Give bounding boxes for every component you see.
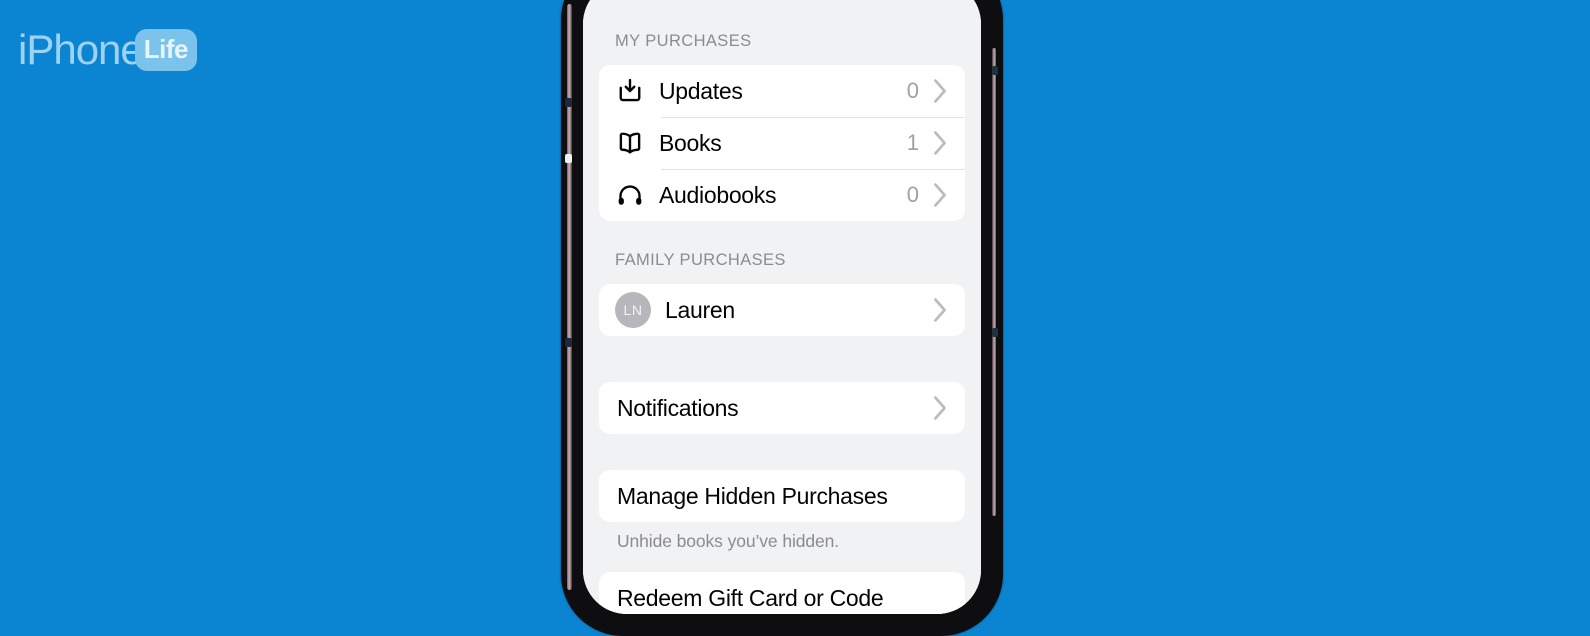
list-item-count: 0 <box>906 78 919 103</box>
manage-hidden-purchases-card: Manage Hidden Purchases <box>599 470 965 522</box>
list-item-lauren[interactable]: LN Lauren <box>599 284 965 336</box>
list-item-count: 1 <box>906 130 919 155</box>
list-item-notifications[interactable]: Notifications <box>599 382 965 434</box>
list-item-audiobooks[interactable]: Audiobooks 0 <box>599 169 965 221</box>
chevron-right-icon <box>929 182 951 208</box>
volume-up-button[interactable] <box>565 154 572 163</box>
volume-down-button[interactable] <box>565 338 572 347</box>
list-item-manage-hidden-purchases[interactable]: Manage Hidden Purchases <box>599 470 965 522</box>
watermark-wordmark: iPhone <box>18 26 144 73</box>
frame-right-rail <box>992 48 996 516</box>
iphone-device-mockup: MY PURCHASES Updates 0 Books 1 Audiobook… <box>561 0 1003 636</box>
frame-left-rail <box>567 4 572 590</box>
chevron-right-icon <box>929 78 951 104</box>
list-item-label: Manage Hidden Purchases <box>617 482 888 509</box>
headphones-icon <box>615 180 659 210</box>
chevron-right-icon <box>929 395 951 421</box>
notifications-card: Notifications <box>599 382 965 434</box>
watermark-badge-label: Life <box>143 34 189 64</box>
phone-screen: MY PURCHASES Updates 0 Books 1 Audiobook… <box>583 0 981 614</box>
chevron-right-icon <box>929 297 951 323</box>
open-book-icon <box>615 128 659 158</box>
avatar: LN <box>615 292 651 328</box>
list-item-label: Books <box>659 129 722 156</box>
list-item-label: Lauren <box>665 296 735 323</box>
manage-hidden-purchases-footnote: Unhide books you’ve hidden. <box>617 531 840 551</box>
list-item-count: 0 <box>906 182 919 207</box>
family-purchases-card: LN Lauren <box>599 284 965 336</box>
redeem-gift-card-card: Redeem Gift Card or Code <box>599 572 965 614</box>
side-power-button[interactable] <box>992 66 998 75</box>
section-header-family-purchases: FAMILY PURCHASES <box>615 251 786 269</box>
section-header-my-purchases: MY PURCHASES <box>615 32 752 50</box>
tray-arrow-down-icon <box>615 76 659 106</box>
list-item-label: Updates <box>659 77 743 104</box>
list-item-label: Redeem Gift Card or Code <box>617 584 884 611</box>
mute-switch[interactable] <box>565 98 572 107</box>
my-purchases-card: Updates 0 Books 1 Audiobooks 0 <box>599 65 965 221</box>
chevron-right-icon <box>929 130 951 156</box>
settings-scroll-view[interactable]: MY PURCHASES Updates 0 Books 1 Audiobook… <box>583 0 981 614</box>
list-item-updates[interactable]: Updates 0 <box>599 65 965 117</box>
list-item-label: Notifications <box>617 394 739 421</box>
watermark-badge: Life <box>134 29 198 71</box>
side-power-button-lower[interactable] <box>992 328 998 337</box>
list-item-label: Audiobooks <box>659 181 777 208</box>
avatar-initials: LN <box>623 302 643 318</box>
list-item-redeem-gift-card-or-code[interactable]: Redeem Gift Card or Code <box>599 572 965 614</box>
list-item-books[interactable]: Books 1 <box>599 117 965 169</box>
iphonelife-watermark-logo: iPhone Life <box>18 26 198 74</box>
